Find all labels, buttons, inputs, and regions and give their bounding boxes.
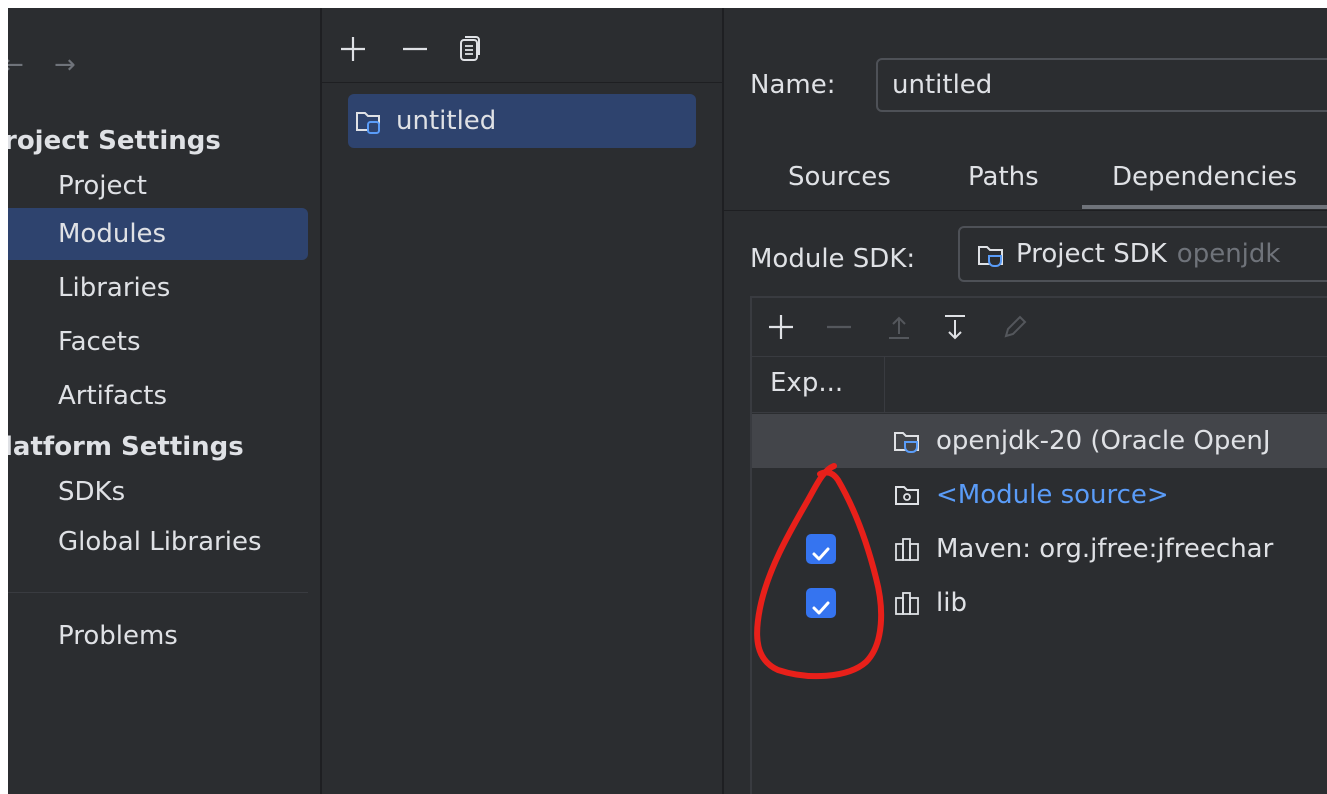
column-separator	[884, 356, 885, 412]
project-structure-window: ← → roject Settings Project Modules Libr…	[8, 8, 1327, 794]
project-settings-header: roject Settings	[8, 126, 221, 156]
dependency-row-jdk[interactable]: openjdk-20 (Oracle OpenJ	[752, 414, 1327, 468]
checkmark-icon	[812, 547, 830, 561]
remove-icon[interactable]	[822, 310, 856, 344]
module-source-icon	[895, 486, 919, 505]
dependency-row-module-source[interactable]: <Module source>	[752, 468, 1327, 522]
nav-item-facets[interactable]: Facets	[8, 316, 308, 368]
copy-icon[interactable]	[452, 32, 486, 66]
export-checkbox[interactable]	[806, 534, 836, 564]
nav-item-libraries[interactable]: Libraries	[8, 262, 308, 314]
move-down-icon[interactable]	[938, 310, 972, 344]
module-tabs: Sources Paths Dependencies	[724, 148, 1327, 211]
dependency-row-maven[interactable]: Maven: org.jfree:jfreechar	[752, 522, 1327, 576]
module-folder-icon	[356, 112, 380, 134]
tab-sources[interactable]: Sources	[788, 162, 891, 192]
name-label: Name:	[750, 70, 836, 100]
nav-item-global-libraries[interactable]: Global Libraries	[8, 516, 308, 568]
active-tab-indicator	[1082, 205, 1327, 209]
nav-item-modules[interactable]: Modules	[8, 208, 308, 260]
module-list-toolbar	[322, 8, 722, 83]
forward-arrow-icon[interactable]: →	[54, 50, 76, 80]
move-up-icon[interactable]	[882, 310, 916, 344]
nav-item-project[interactable]: Project	[8, 160, 308, 212]
nav-item-sdks[interactable]: SDKs	[8, 466, 308, 518]
dependencies-toolbar	[752, 298, 1327, 357]
module-list-panel: untitled	[322, 8, 724, 794]
dependency-label: openjdk-20 (Oracle OpenJ	[936, 426, 1271, 456]
nav-divider	[8, 592, 308, 593]
jdk-folder-icon	[978, 246, 1003, 267]
platform-settings-header: latform Settings	[8, 432, 244, 462]
module-sdk-detail: openjdk	[1176, 239, 1281, 269]
tab-paths[interactable]: Paths	[968, 162, 1039, 192]
module-sdk-value: Project SDK	[1016, 239, 1167, 269]
library-icon	[895, 538, 919, 561]
tab-dependencies[interactable]: Dependencies	[1112, 162, 1297, 192]
module-sdk-label: Module SDK:	[750, 244, 916, 274]
jdk-folder-icon	[894, 432, 919, 453]
export-column-header[interactable]: Exp...	[770, 368, 843, 398]
export-checkbox[interactable]	[806, 588, 836, 618]
module-name: untitled	[396, 106, 497, 136]
module-detail-panel: Name: Sources Paths Dependencies Module …	[724, 8, 1327, 794]
module-sdk-dropdown[interactable]: Project SDK openjdk	[958, 226, 1327, 282]
module-item-untitled[interactable]: untitled	[348, 94, 696, 148]
module-name-input[interactable]	[876, 58, 1327, 112]
dependency-label: <Module source>	[936, 480, 1169, 510]
nav-item-problems[interactable]: Problems	[8, 610, 308, 662]
back-arrow-icon[interactable]: ←	[8, 50, 24, 80]
add-icon[interactable]	[764, 310, 798, 344]
dependency-label: lib	[936, 588, 967, 618]
dependencies-header: Exp...	[752, 356, 1327, 413]
settings-nav: ← → roject Settings Project Modules Libr…	[8, 8, 322, 794]
library-icon	[895, 592, 919, 615]
dependencies-table: Exp... openjdk-20 (Oracle OpenJ <Module …	[750, 296, 1327, 794]
nav-item-artifacts[interactable]: Artifacts	[8, 370, 308, 422]
add-icon[interactable]	[336, 32, 370, 66]
checkmark-icon	[812, 601, 830, 615]
dependency-label: Maven: org.jfree:jfreechar	[936, 534, 1274, 564]
remove-icon[interactable]	[398, 32, 432, 66]
dependency-row-lib[interactable]: lib	[752, 576, 1327, 630]
edit-icon[interactable]	[998, 310, 1032, 344]
